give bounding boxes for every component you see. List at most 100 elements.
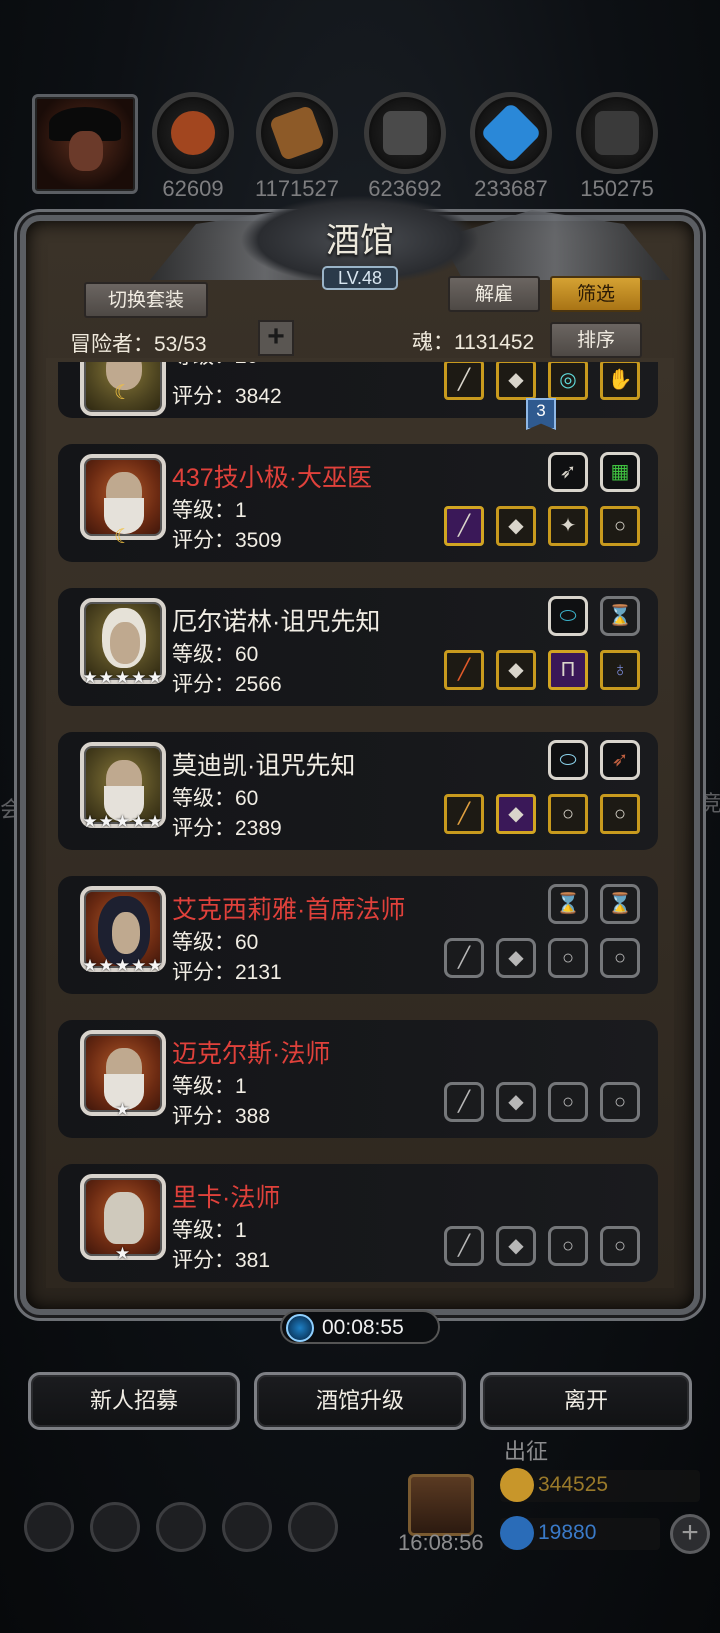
ore-count: 62609 <box>162 176 224 201</box>
hero-score: 评分：2389 <box>172 817 282 840</box>
empty-ring-slot[interactable]: ○ <box>548 1082 588 1122</box>
armor-slot[interactable]: ◆ <box>496 794 536 834</box>
sort-button[interactable]: 排序 <box>550 322 642 358</box>
amulet-slot[interactable]: ✦ <box>548 506 588 546</box>
hero-level: 等级：1 <box>172 1219 247 1242</box>
weapon-slot[interactable]: ╱ <box>444 650 484 690</box>
wood-icon[interactable] <box>256 92 338 174</box>
relic-slot[interactable]: ▦ <box>600 452 640 492</box>
list-item[interactable]: ★★★★★ 莫迪凯·诅咒先知 等级：60 评分：2389 ⬭ ➶ ╱ ◆ ○ ○ <box>58 732 658 850</box>
gloves-slot[interactable]: ✋ <box>600 362 640 400</box>
empty-ring-slot-2[interactable]: ○ <box>600 1082 640 1122</box>
empty-armor-slot[interactable]: ◆ <box>496 1082 536 1122</box>
ring-slot[interactable]: ○ <box>548 794 588 834</box>
face-shape <box>69 131 103 171</box>
gift-box-icon[interactable] <box>408 1474 474 1536</box>
moon-icon: ☾ <box>114 526 132 548</box>
legs-slot[interactable]: Π <box>548 650 588 690</box>
relic-slot[interactable]: ➶ <box>600 740 640 780</box>
recruit-button[interactable]: 新人招募 <box>28 1372 240 1430</box>
empty-ring-slot[interactable]: ○ <box>548 1226 588 1266</box>
star-rating: ★ <box>114 1244 132 1263</box>
hero-name: 里卡·法师 <box>172 1184 281 1212</box>
right-edge-text: 竞 <box>700 791 720 816</box>
hero-level: 等级：60 <box>172 643 259 666</box>
refresh-timer: 00:08:55 <box>280 1310 440 1344</box>
player-avatar[interactable] <box>32 94 138 194</box>
ring-slot-2[interactable]: ○ <box>600 794 640 834</box>
gold-bar: 344525 <box>500 1468 700 1502</box>
expand-slots-button[interactable]: + <box>258 320 294 356</box>
star-rating: ★★★★★ <box>82 956 164 975</box>
empty-ring-slot[interactable]: ○ <box>548 938 588 978</box>
dismiss-button[interactable]: 解雇 <box>448 276 540 312</box>
gift-timer: 16:08:56 <box>398 1530 484 1555</box>
empty-armor-slot[interactable]: ◆ <box>496 1226 536 1266</box>
list-item[interactable]: ★ 迈克尔斯·法师 等级：1 评分：388 ╱ ◆ ○ ○ <box>58 1020 658 1138</box>
hero-score: 评分：2566 <box>172 673 282 696</box>
tavern-upgrade-button[interactable]: 酒馆升级 <box>254 1372 466 1430</box>
empty-weapon-slot[interactable]: ╱ <box>444 938 484 978</box>
empty-relic-slot[interactable]: ⌛ <box>600 596 640 636</box>
hero-name: 莫迪凯·诅咒先知 <box>172 752 356 780</box>
weapon-slot[interactable]: ╱ <box>444 362 484 400</box>
empty-relic-slot[interactable]: ⌛ <box>600 884 640 924</box>
trinket-slot[interactable]: ⬭ <box>548 596 588 636</box>
hero-name: 艾克西莉雅·首席法师 <box>172 896 406 924</box>
switch-outfit-button[interactable]: 切换套装 <box>84 282 208 318</box>
timer-text: 00:08:55 <box>322 1316 404 1339</box>
guild-icon[interactable] <box>156 1502 206 1552</box>
empty-ring-slot-2[interactable]: ○ <box>600 1226 640 1266</box>
armor-slot[interactable]: ◆ <box>496 650 536 690</box>
dialog-title: 酒馆 <box>326 221 394 261</box>
empty-trinket-slot[interactable]: ⌛ <box>548 884 588 924</box>
hero-score: 评分：388 <box>172 1105 271 1128</box>
soul-count: 魂：1131452 <box>412 331 535 354</box>
empty-weapon-slot[interactable]: ╱ <box>444 1082 484 1122</box>
filter-button[interactable]: 筛选 <box>550 276 642 312</box>
gold-value: 344525 <box>538 1473 609 1496</box>
leave-button[interactable]: 离开 <box>480 1372 692 1430</box>
ore-icon[interactable] <box>152 92 234 174</box>
stone-count: 150275 <box>580 176 654 201</box>
left-edge-text: 会 <box>0 797 23 822</box>
shop-icon[interactable] <box>288 1502 338 1552</box>
list-item[interactable]: ★★★★★ 厄尔诺林·诅咒先知 等级：60 评分：2566 ⬭ ⌛ ╱ ◆ Π … <box>58 588 658 706</box>
hero-score: 评分：3509 <box>172 529 282 552</box>
hero-score: 评分：2131 <box>172 961 282 984</box>
ring-slot[interactable]: ○ <box>600 506 640 546</box>
add-gems-button[interactable]: + <box>670 1514 710 1554</box>
hero-name: 厄尔诺林·诅咒先知 <box>172 608 381 636</box>
empty-weapon-slot[interactable]: ╱ <box>444 1226 484 1266</box>
empty-armor-slot[interactable]: ◆ <box>496 938 536 978</box>
hero-level: 等级：1 <box>172 499 247 522</box>
weapon-slot[interactable]: ╱ <box>444 794 484 834</box>
armor-slot[interactable]: ◆ <box>496 506 536 546</box>
armor-slot[interactable]: ◆ <box>496 362 536 400</box>
expedition-label[interactable]: 出征 <box>504 1434 548 1466</box>
star-rating: ★★★★★ <box>82 668 164 687</box>
settings-icon[interactable] <box>24 1502 74 1552</box>
gold-coin-icon <box>500 1468 534 1502</box>
list-item[interactable]: ★ 里卡·法师 等级：1 评分：381 ╱ ◆ ○ ○ <box>58 1164 658 1282</box>
empty-ring-slot-2[interactable]: ○ <box>600 938 640 978</box>
gem-icon <box>500 1516 534 1550</box>
list-item[interactable]: ★★★★★ 艾克西莉雅·首席法师 等级：60 评分：2131 ⌛ ⌛ ╱ ◆ ○… <box>58 876 658 994</box>
tavern-level-badge: LV.48 <box>322 266 398 290</box>
hero-name: 437技小极·大巫医 <box>172 464 373 492</box>
trinket-slot[interactable]: ➶ <box>548 452 588 492</box>
accessory-slot[interactable]: ◎ <box>548 362 588 400</box>
mail-icon[interactable] <box>222 1502 272 1552</box>
hero-level: 等级：60 <box>172 931 259 954</box>
trinket-slot[interactable]: ⬭ <box>548 740 588 780</box>
potion-slot[interactable]: ♁ <box>600 650 640 690</box>
iron-icon[interactable] <box>364 92 446 174</box>
list-item[interactable]: ☾ 437技小极·大巫医 等级：1 评分：3509 ➶ ▦ ╱ ◆ ✦ ○ <box>58 444 658 562</box>
stone-icon[interactable] <box>576 92 658 174</box>
star-rating: ★ <box>114 1100 132 1119</box>
weapon-slot[interactable]: ╱ <box>444 506 484 546</box>
hero-level: 等级：1 <box>172 1075 247 1098</box>
achievement-icon[interactable] <box>90 1502 140 1552</box>
crystal-icon[interactable] <box>470 92 552 174</box>
gem-value: 19880 <box>538 1521 597 1544</box>
